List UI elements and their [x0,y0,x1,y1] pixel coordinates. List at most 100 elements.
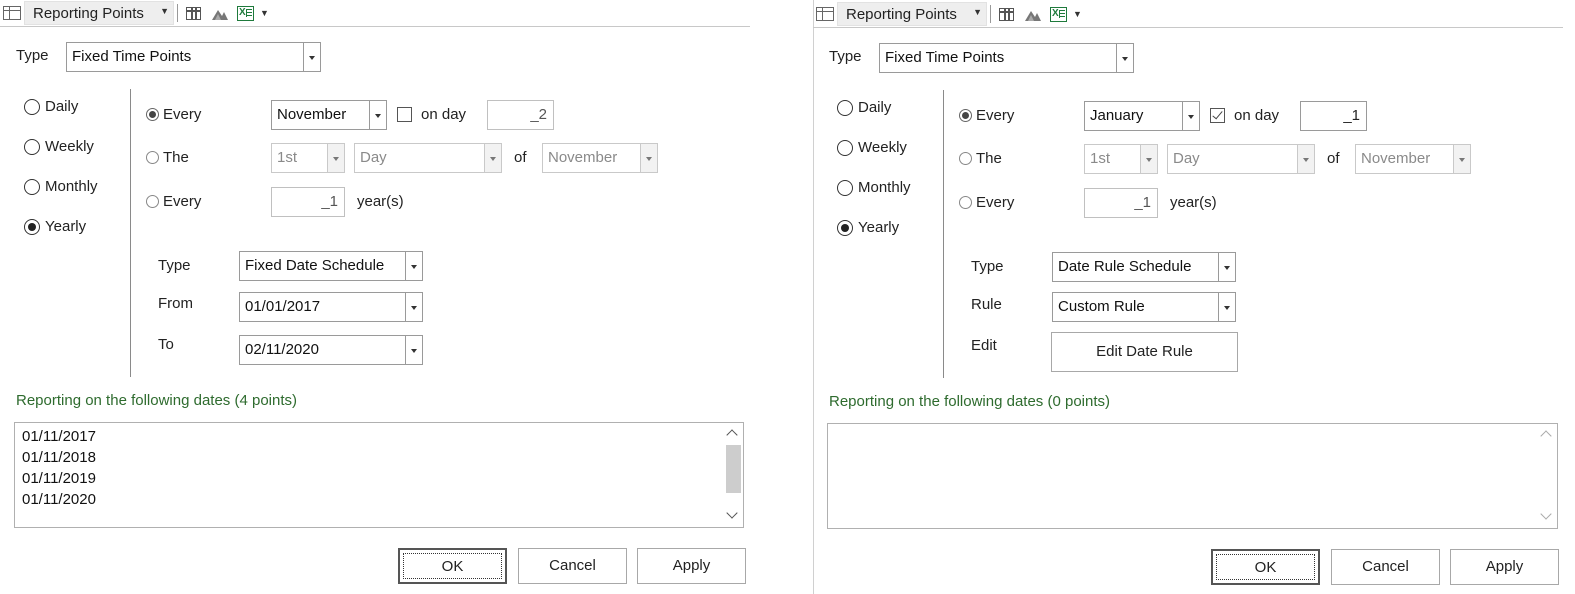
on-day-label: on day [1234,107,1280,124]
every-month-arrow-icon[interactable] [369,101,386,129]
excel-export-icon[interactable]: X [1050,7,1067,22]
list-item[interactable]: 01/11/2017 [22,428,96,445]
type-select-arrow-icon[interactable] [1116,44,1133,72]
right-panel: Reporting Points ▼ X ▼ Type Fixed Time P… [813,0,1573,594]
ok-button[interactable]: OK [398,548,507,584]
the-ordinal-arrow-icon[interactable] [1140,145,1157,173]
list-scrollbar[interactable] [723,423,743,527]
list-item[interactable]: 01/11/2018 [22,449,96,466]
on-day-input[interactable]: _2 [487,100,554,130]
the-month-select[interactable]: November [542,143,658,173]
excel-dropdown-chevron-icon[interactable]: ▼ [260,8,269,18]
on-day-checkbox[interactable] [1210,108,1225,123]
on-day-checkbox[interactable] [397,107,412,122]
schedule-type-select[interactable]: Fixed Date Schedule [239,251,423,281]
from-date-value: 01/01/2017 [245,298,321,315]
reporting-dates-list[interactable]: 01/11/2017 01/11/2018 01/11/2019 01/11/2… [14,422,744,528]
radio-daily-label: Daily [858,99,892,116]
radio-weekly[interactable] [24,139,40,155]
radio-daily[interactable] [24,99,40,115]
cancel-button[interactable]: Cancel [1331,549,1440,585]
toolbar-separator [177,4,178,22]
to-date-arrow-icon[interactable] [405,336,422,364]
years-input[interactable]: _1 [271,187,345,217]
the-month-arrow-icon[interactable] [1453,145,1470,173]
schedule-type-select[interactable]: Date Rule Schedule [1052,252,1236,282]
every-month-arrow-icon[interactable] [1182,102,1199,130]
the-month-select[interactable]: November [1355,144,1471,174]
type-select[interactable]: Fixed Time Points [879,43,1134,73]
radio-every-month[interactable] [146,108,159,121]
scroll-up-icon[interactable] [1540,430,1552,442]
the-day-arrow-icon[interactable] [1297,145,1314,173]
focus-ring [1216,554,1315,580]
every-month-select[interactable]: November [271,100,387,130]
type-label: Type [16,47,49,64]
reporting-points-dropdown[interactable]: Reporting Points ▼ [837,2,987,26]
ok-button[interactable]: OK [1211,549,1320,585]
left-panel: Reporting Points ▼ X ▼ Type Fixed Time P… [0,0,760,594]
reporting-points-label: Reporting Points [33,5,144,22]
scroll-down-icon[interactable] [1540,508,1552,520]
to-date-picker[interactable]: 02/11/2020 [239,335,423,365]
radio-monthly[interactable] [837,180,853,196]
table-icon[interactable] [999,8,1014,21]
group-divider [943,90,944,378]
radio-weekly[interactable] [837,140,853,156]
apply-button[interactable]: Apply [1450,549,1559,585]
type-select-arrow-icon[interactable] [303,43,320,71]
reporting-dates-label: Reporting on the following dates (0 poin… [829,393,1111,410]
cancel-button-label: Cancel [549,557,596,574]
schedule-type-arrow-icon[interactable] [405,252,422,280]
the-day-select[interactable]: Day [354,143,502,173]
radio-yearly[interactable] [837,220,853,236]
from-date-picker[interactable]: 01/01/2017 [239,292,423,322]
list-item[interactable]: 01/11/2019 [22,470,96,487]
radio-every-month[interactable] [959,109,972,122]
table-icon[interactable] [186,7,201,20]
schedule-type-label: Type [971,258,1004,275]
scroll-thumb[interactable] [726,445,741,493]
the-ordinal-value: 1st [1090,150,1111,167]
the-ordinal-select[interactable]: 1st [1084,144,1158,174]
radio-daily[interactable] [837,100,853,116]
list-scrollbar[interactable] [1537,424,1557,528]
radio-yearly-label: Yearly [45,218,87,235]
reporting-points-dropdown[interactable]: Reporting Points ▼ [24,1,174,25]
chart-icon[interactable] [1024,7,1042,22]
radio-the[interactable] [959,152,972,165]
radio-every-years[interactable] [959,196,972,209]
grid-icon [816,7,834,21]
rule-select[interactable]: Custom Rule [1052,292,1236,322]
from-date-arrow-icon[interactable] [405,293,422,321]
reporting-dates-list[interactable] [827,423,1558,529]
rule-arrow-icon[interactable] [1218,293,1235,321]
years-input[interactable]: _1 [1084,188,1158,218]
excel-dropdown-chevron-icon[interactable]: ▼ [1073,9,1082,19]
type-select[interactable]: Fixed Time Points [66,42,321,72]
list-item[interactable]: 01/11/2020 [22,491,96,508]
radio-yearly-label: Yearly [858,219,900,236]
every-month-select[interactable]: January [1084,101,1200,131]
radio-monthly[interactable] [24,179,40,195]
edit-date-rule-button[interactable]: Edit Date Rule [1051,332,1238,372]
radio-the[interactable] [146,151,159,164]
cancel-button[interactable]: Cancel [518,548,627,584]
schedule-type-arrow-icon[interactable] [1218,253,1235,281]
excel-export-icon[interactable]: X [237,6,254,21]
the-ordinal-arrow-icon[interactable] [327,144,344,172]
the-month-arrow-icon[interactable] [640,144,657,172]
on-day-input[interactable]: _1 [1300,101,1367,131]
edit-date-rule-label: Edit Date Rule [1096,343,1193,360]
type-select-value: Fixed Time Points [885,49,1005,66]
scroll-down-icon[interactable] [726,507,738,519]
radio-yearly[interactable] [24,219,40,235]
chart-icon[interactable] [211,6,229,21]
the-day-select[interactable]: Day [1167,144,1315,174]
radio-every-years[interactable] [146,195,159,208]
the-day-arrow-icon[interactable] [484,144,501,172]
the-ordinal-select[interactable]: 1st [271,143,345,173]
scroll-up-icon[interactable] [726,429,738,441]
apply-button[interactable]: Apply [637,548,746,584]
every-years-label: Every [976,194,1015,211]
